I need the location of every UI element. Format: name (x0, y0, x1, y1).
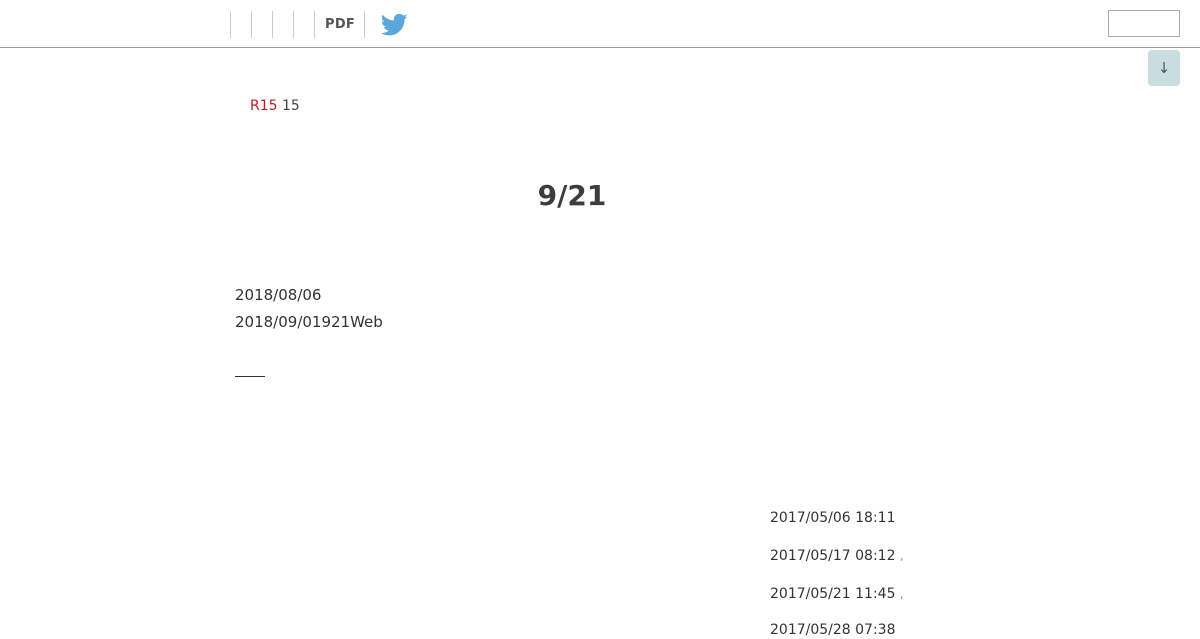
nav-divider (293, 11, 294, 38)
rating-tag: R15 (250, 98, 278, 114)
nav-link-1[interactable] (230, 11, 250, 38)
nav-divider (251, 11, 252, 38)
history-separator: , (899, 588, 904, 601)
twitter-share-button[interactable] (380, 13, 408, 37)
update-note: 2018/09/01921Web (235, 313, 383, 331)
top-navigation-bar: PDF (0, 0, 1200, 48)
nav-divider (364, 11, 365, 38)
history-item: 2017/05/06 18:11 (770, 510, 896, 527)
pdf-link[interactable]: PDF (325, 17, 355, 32)
rating-badge: R15 15 (250, 98, 300, 114)
rating-value: 15 (282, 98, 300, 114)
nav-link-2[interactable] (251, 11, 271, 38)
nav-link-3[interactable] (272, 11, 292, 38)
twitter-icon (380, 13, 408, 36)
section-divider (235, 376, 265, 377)
history-timestamp: 2017/05/21 11:45 (770, 586, 896, 602)
history-item: 2017/05/21 11:45 , (770, 586, 903, 603)
publish-date: 2018/08/06 (235, 286, 322, 304)
page-title: 9/21 (537, 179, 607, 212)
arrow-down-icon: ↓ (1157, 59, 1171, 77)
history-item: 2017/05/28 07:38 (770, 622, 896, 639)
history-separator: , (899, 550, 904, 563)
scroll-down-button[interactable]: ↓ (1148, 50, 1180, 86)
nav-divider (230, 11, 231, 38)
nav-link-4[interactable] (293, 11, 313, 38)
history-timestamp: 2017/05/06 18:11 (770, 510, 896, 526)
search-input[interactable] (1108, 10, 1180, 37)
nav-divider (272, 11, 273, 38)
history-timestamp: 2017/05/28 07:38 (770, 622, 896, 638)
nav-divider (314, 11, 315, 38)
history-item: 2017/05/17 08:12 , (770, 548, 903, 565)
history-timestamp: 2017/05/17 08:12 (770, 548, 896, 564)
